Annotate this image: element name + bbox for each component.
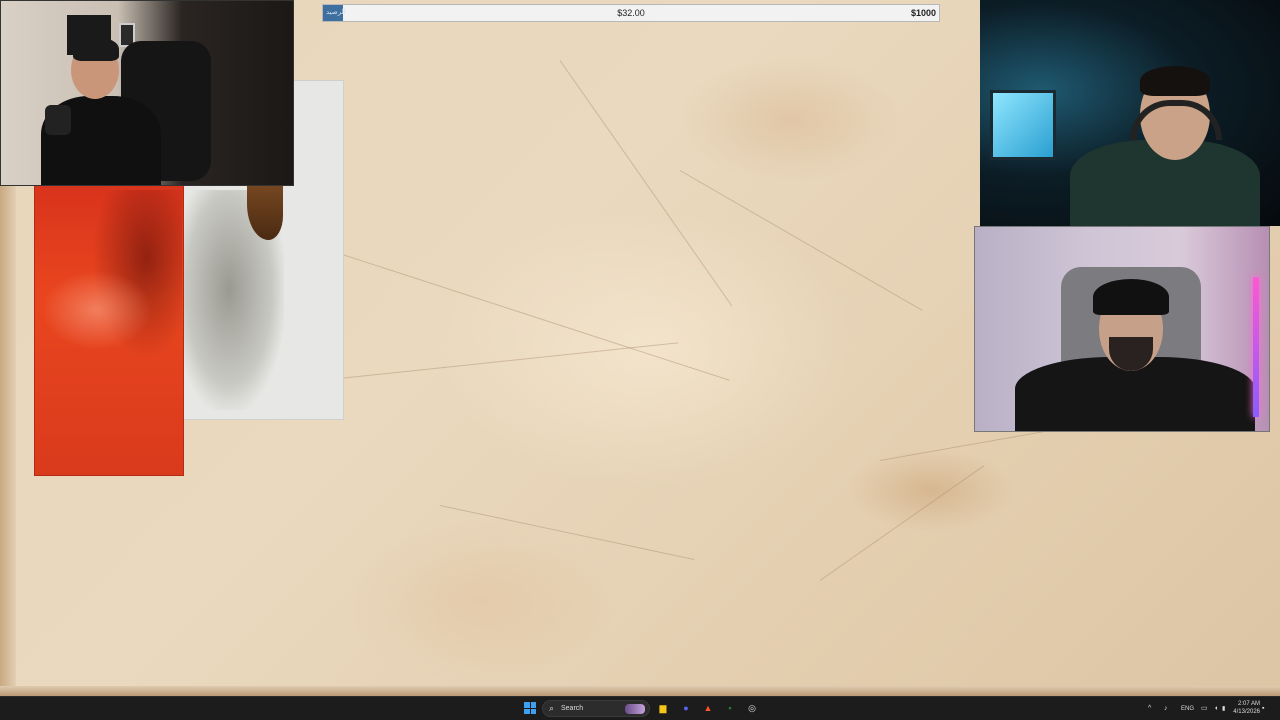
parchment-crease [439,505,695,561]
webcam-streamer-2 [980,0,1280,226]
battery-icon[interactable]: ▮ [1222,697,1225,720]
discord-icon[interactable]: ● [679,701,693,715]
search-icon: ⌕ [549,703,555,713]
taskbar-search-box[interactable]: ⌕ Search [542,700,650,717]
parchment-crease [559,60,733,307]
clock-date: 4/13/2026 [1233,709,1260,715]
streamer-hair [1140,66,1210,96]
search-highlight-image [625,704,645,714]
language-indicator[interactable]: ENG [1181,697,1194,720]
streamer-cap [1093,279,1169,315]
neon-light-strip [1253,277,1259,417]
money-progress-bar: الرصيد $32.00 $1000 [322,4,940,22]
current-money-amount: $32.00 [617,8,645,18]
volume-icon[interactable]: ◖ [1214,697,1218,720]
clock-time: 2:07 AM [1237,701,1260,707]
stream-screen: الرصيد $32.00 $1000 ⌕ Search ▆ ● ▲ ▪ ◎ ^… [0,0,1280,720]
artwork-smoke [42,270,152,350]
parchment-crease [319,342,679,381]
goal-money-amount: $1000 [910,8,936,18]
windows-taskbar: ⌕ Search ▆ ● ▲ ▪ ◎ ^ ♪ ENG ▭ ◖ ▮ 2:07 AM… [0,696,1280,720]
webcam-streamer-1 [0,0,294,186]
network-icon[interactable]: ▭ [1201,697,1208,720]
system-clock[interactable]: 2:07 AM 4/13/2026 [1228,700,1260,716]
microphone-icon[interactable]: ♪ [1164,697,1168,720]
search-label: Search [561,705,584,712]
parchment-crease [819,465,985,581]
background-monitor [990,90,1056,160]
parchment-crease [679,170,923,311]
tray-chevron-icon[interactable]: ^ [1148,697,1151,720]
microphone [45,105,71,135]
webcam-streamer-3 [974,226,1270,432]
notification-icon[interactable]: ▪ [1262,697,1264,720]
terminal-icon[interactable]: ▪ [723,701,737,715]
file-explorer-icon[interactable]: ▆ [656,701,670,715]
obs-icon[interactable]: ◎ [745,701,759,715]
windows-start-icon[interactable] [524,702,536,714]
brave-browser-icon[interactable]: ▲ [701,701,715,715]
parchment-bottom-edge [0,686,1280,696]
parchment-crease [329,250,730,381]
streamer-hair [73,37,119,61]
